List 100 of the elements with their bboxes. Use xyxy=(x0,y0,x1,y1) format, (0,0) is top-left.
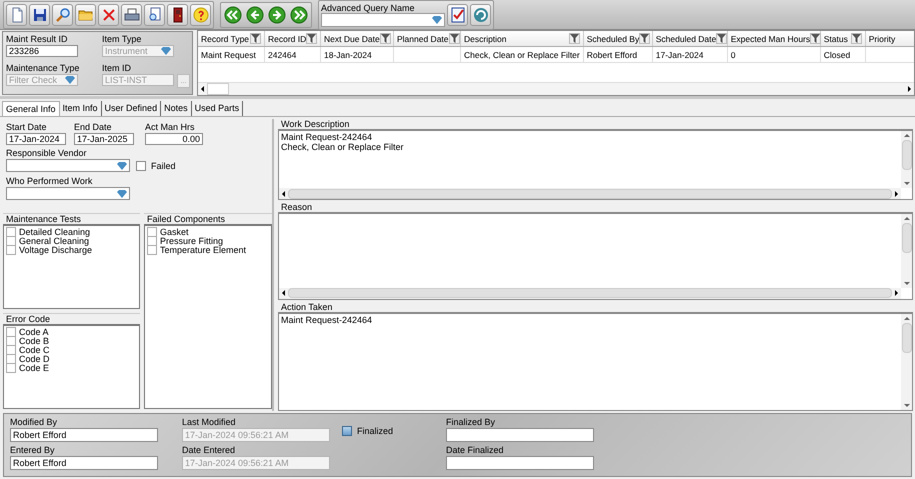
checkbox[interactable] xyxy=(6,236,16,246)
checkbox-label: Pressure Fitting xyxy=(160,236,224,246)
input-field[interactable] xyxy=(446,428,594,442)
column-header[interactable]: Scheduled Date xyxy=(652,31,728,46)
checkbox[interactable] xyxy=(6,344,16,354)
checkbox-label: General Cleaning xyxy=(19,236,90,246)
filter-icon[interactable] xyxy=(639,33,650,44)
column-header[interactable]: Next Due Date xyxy=(320,31,394,46)
previous-record-button[interactable] xyxy=(245,4,265,24)
field-label: Start Date xyxy=(6,122,48,133)
checkbox-label: Code B xyxy=(19,336,50,346)
checkbox[interactable] xyxy=(147,226,157,236)
table-cell: 17-Jan-2024 xyxy=(656,50,704,60)
checkbox[interactable] xyxy=(136,160,146,170)
filter-icon[interactable] xyxy=(568,33,580,44)
filter-icon[interactable] xyxy=(448,33,460,44)
column-header[interactable]: Description xyxy=(460,31,584,46)
field-label: Item Type xyxy=(102,34,142,45)
checkbox[interactable] xyxy=(6,326,16,336)
field-label: Item ID xyxy=(102,63,132,74)
checklist-button[interactable] xyxy=(447,4,468,26)
input-field[interactable]: 233286 xyxy=(6,45,78,57)
floppy-disk-button[interactable] xyxy=(29,4,50,26)
horizontal-scrollbar[interactable] xyxy=(279,188,901,200)
input-field[interactable]: 0.00 xyxy=(145,133,203,145)
first-record-button[interactable] xyxy=(223,4,243,24)
dropdown-icon xyxy=(432,16,442,24)
table-cell: Closed xyxy=(824,50,850,60)
vertical-scrollbar[interactable] xyxy=(901,131,912,188)
input-field[interactable]: Robert Efford xyxy=(10,428,158,442)
last-record-button[interactable] xyxy=(289,4,309,24)
field-label: Entered By xyxy=(10,445,56,456)
table-row[interactable]: Maint Request 242464 18-Jan-2024 Check, Clean or Replace Filter Robert Efford 17-Jan-2024 0 Closed xyxy=(198,46,914,62)
checkbox[interactable] xyxy=(147,236,157,246)
tab[interactable]: Item Info xyxy=(60,101,102,116)
next-record-button[interactable] xyxy=(267,4,287,24)
field-label: Date Entered xyxy=(182,445,236,456)
filter-icon[interactable] xyxy=(380,33,391,44)
combo-box[interactable] xyxy=(6,159,130,172)
checkbox-label: Detailed Cleaning xyxy=(19,226,90,236)
vertical-scrollbar[interactable] xyxy=(901,314,912,410)
checkbox-label: Code D xyxy=(19,354,50,364)
checkbox[interactable] xyxy=(147,244,157,254)
new-document-button[interactable] xyxy=(6,4,27,26)
filter-icon[interactable] xyxy=(250,33,261,44)
text-area[interactable]: Maint Request-242464 Check, Clean or Replace Filter xyxy=(278,129,913,200)
field-label: Maintenance Type xyxy=(6,63,80,74)
filter-icon[interactable] xyxy=(716,33,728,44)
input-field[interactable]: Robert Efford xyxy=(10,456,158,470)
checkbox[interactable] xyxy=(6,244,16,254)
folder-button[interactable] xyxy=(75,4,96,26)
column-header[interactable]: Record Type xyxy=(198,31,264,46)
horizontal-scrollbar[interactable] xyxy=(198,82,914,95)
column-header[interactable]: Record ID xyxy=(264,31,320,46)
checkbox-label: Gasket xyxy=(160,226,189,236)
dropdown-icon xyxy=(65,76,75,84)
horizontal-scrollbar[interactable] xyxy=(279,288,901,299)
filter-icon[interactable] xyxy=(810,33,822,44)
query-combo[interactable] xyxy=(321,12,445,26)
vertical-scrollbar[interactable] xyxy=(901,214,912,288)
preview-button[interactable] xyxy=(144,4,165,26)
filter-icon[interactable] xyxy=(306,33,318,44)
input-field[interactable]: 17-Jan-2025 xyxy=(74,133,134,145)
delete-button[interactable] xyxy=(98,4,119,26)
checkbox-label: Code E xyxy=(19,362,50,372)
door-button[interactable] xyxy=(167,4,188,26)
checkbox[interactable] xyxy=(6,362,16,372)
field-label: Who Performed Work xyxy=(6,176,94,187)
input-field[interactable]: 17-Jan-2024 xyxy=(6,133,66,145)
text-area[interactable]: Maint Request-242464 xyxy=(278,312,913,411)
tab[interactable]: User Defined xyxy=(102,101,162,116)
table-cell: Maint Request xyxy=(201,50,256,60)
refresh-button[interactable] xyxy=(470,4,491,26)
column-header[interactable]: Planned Date xyxy=(394,31,460,46)
table-cell: Robert Efford xyxy=(586,50,638,60)
checkbox-label: Voltage Discharge xyxy=(19,244,92,254)
text-area[interactable] xyxy=(278,212,913,300)
tab[interactable]: Used Parts xyxy=(192,101,244,116)
checkbox[interactable] xyxy=(6,354,16,364)
checkbox[interactable] xyxy=(6,336,16,346)
field-label: Maint Result ID xyxy=(6,34,69,45)
column-header[interactable]: Priority xyxy=(865,31,914,46)
filter-icon[interactable] xyxy=(850,33,862,44)
input-field[interactable] xyxy=(446,456,594,470)
field-label: Act Man Hrs xyxy=(145,122,196,133)
table-cell: 18-Jan-2024 xyxy=(324,50,372,60)
printer-button[interactable] xyxy=(121,4,142,26)
tab[interactable]: General Info xyxy=(2,101,60,116)
table-cell: Check, Clean or Replace Filter xyxy=(464,50,580,60)
magnifier-button[interactable] xyxy=(52,4,73,26)
column-header[interactable]: Expected Man Hours xyxy=(727,31,820,46)
column-header[interactable]: Scheduled By xyxy=(583,31,652,46)
checkbox[interactable] xyxy=(6,226,16,236)
combo-box[interactable] xyxy=(6,187,130,200)
help-button[interactable] xyxy=(190,4,211,26)
note-text: Maint Request-242464 xyxy=(281,314,374,325)
checkbox[interactable] xyxy=(342,426,352,436)
help-icon xyxy=(192,6,208,22)
field-label: Last Modified xyxy=(182,417,237,428)
column-header[interactable]: Status xyxy=(820,31,866,46)
